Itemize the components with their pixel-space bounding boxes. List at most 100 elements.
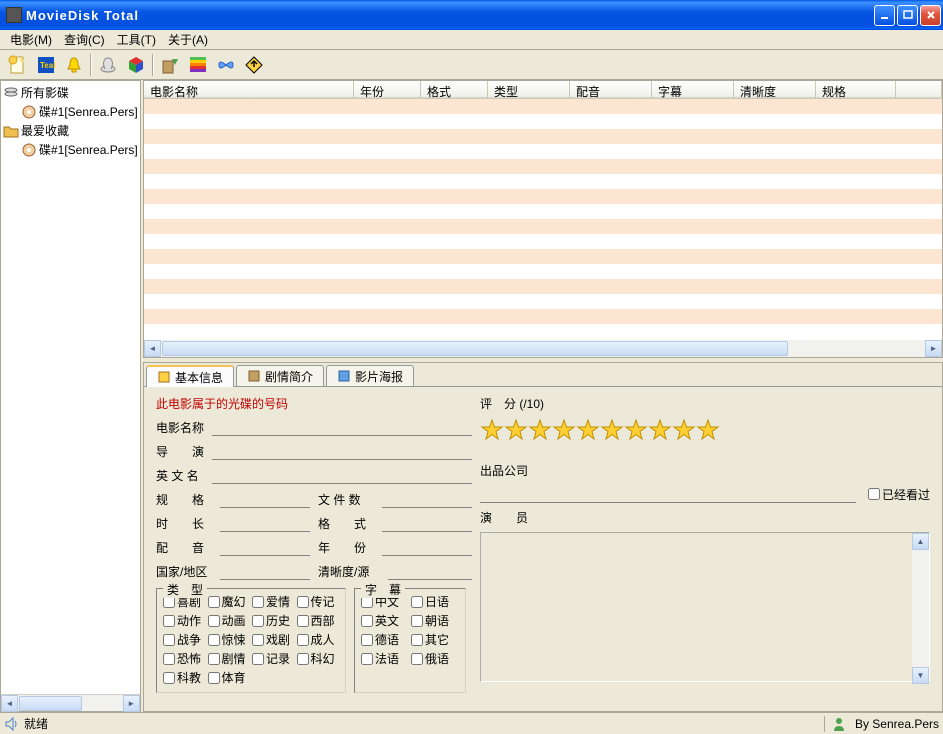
subtitle-checkbox[interactable]: 其它 [411, 631, 459, 648]
col-name[interactable]: 电影名称 [144, 81, 354, 98]
menu-query[interactable]: 查询(C) [58, 29, 111, 50]
input-year[interactable] [382, 538, 472, 556]
list-row[interactable] [144, 189, 942, 204]
input-dub[interactable] [220, 538, 310, 556]
genre-checkbox[interactable]: 动作 [163, 612, 206, 629]
toolbar-search-icon[interactable] [94, 52, 122, 78]
genre-checkbox[interactable]: 西部 [297, 612, 340, 629]
list-row[interactable] [144, 114, 942, 129]
toolbar-cube-icon[interactable] [122, 52, 150, 78]
toolbar-export-icon[interactable] [156, 52, 184, 78]
tab-basic-info[interactable]: 基本信息 [146, 365, 234, 387]
col-format[interactable]: 格式 [421, 81, 488, 98]
star-icon[interactable] [576, 418, 600, 442]
star-icon[interactable] [624, 418, 648, 442]
genre-checkbox[interactable]: 魔幻 [208, 593, 251, 610]
list-row[interactable] [144, 174, 942, 189]
close-button[interactable] [920, 5, 941, 26]
genre-checkbox[interactable]: 记录 [252, 650, 295, 667]
col-spec[interactable]: 规格 [816, 81, 896, 98]
list-row[interactable] [144, 159, 942, 174]
star-icon[interactable] [552, 418, 576, 442]
genre-checkbox[interactable]: 历史 [252, 612, 295, 629]
star-icon[interactable] [504, 418, 528, 442]
input-movie-name[interactable] [212, 418, 472, 436]
genre-checkbox[interactable]: 体育 [208, 669, 251, 686]
star-icon[interactable] [480, 418, 504, 442]
toolbar-total-icon[interactable]: Teal [32, 52, 60, 78]
scroll-right-icon[interactable]: ► [123, 695, 140, 712]
maximize-button[interactable] [897, 5, 918, 26]
list-row[interactable] [144, 249, 942, 264]
tree-disk-item[interactable]: 碟#1[Senrea.Pers] [3, 140, 138, 159]
menu-tools[interactable]: 工具(T) [111, 29, 162, 50]
list-row[interactable] [144, 324, 942, 339]
subtitle-checkbox[interactable]: 日语 [411, 593, 459, 610]
star-icon[interactable] [672, 418, 696, 442]
watched-checkbox[interactable]: 已经看过 [868, 486, 930, 503]
input-spec[interactable] [220, 490, 310, 508]
list-row[interactable] [144, 99, 942, 114]
list-body[interactable] [144, 99, 942, 340]
genre-checkbox[interactable]: 惊悚 [208, 631, 251, 648]
genre-checkbox[interactable]: 戏剧 [252, 631, 295, 648]
col-type[interactable]: 类型 [488, 81, 570, 98]
list-row[interactable] [144, 309, 942, 324]
input-company[interactable] [480, 485, 856, 503]
list-scrollbar[interactable]: ◄ ► [144, 340, 942, 357]
scroll-right-icon[interactable]: ► [925, 340, 942, 357]
list-row[interactable] [144, 279, 942, 294]
sidebar-scrollbar[interactable]: ◄ ► [1, 694, 140, 711]
toolbar-apple-icon[interactable] [184, 52, 212, 78]
col-extra[interactable] [896, 81, 942, 98]
tree-all-disks[interactable]: 所有影碟 [3, 83, 138, 102]
menu-movie[interactable]: 电影(M) [4, 29, 58, 50]
list-row[interactable] [144, 294, 942, 309]
input-director[interactable] [212, 442, 472, 460]
input-country[interactable] [220, 562, 310, 580]
tree-favorites[interactable]: 最爱收藏 [3, 121, 138, 140]
input-english-name[interactable] [212, 466, 472, 484]
input-actors[interactable] [480, 532, 930, 682]
rating-stars[interactable] [480, 418, 930, 442]
col-clarity[interactable]: 清晰度 [734, 81, 816, 98]
toolbar-bell-icon[interactable] [60, 52, 88, 78]
tab-poster[interactable]: 影片海报 [326, 365, 414, 386]
subtitle-checkbox[interactable]: 法语 [361, 650, 409, 667]
genre-checkbox[interactable]: 爱情 [252, 593, 295, 610]
genre-checkbox[interactable]: 动画 [208, 612, 251, 629]
list-row[interactable] [144, 144, 942, 159]
genre-checkbox[interactable]: 成人 [297, 631, 340, 648]
star-icon[interactable] [648, 418, 672, 442]
scroll-left-icon[interactable]: ◄ [144, 340, 161, 357]
toolbar-new-icon[interactable] [4, 52, 32, 78]
list-row[interactable] [144, 204, 942, 219]
genre-checkbox[interactable]: 科教 [163, 669, 206, 686]
list-row[interactable] [144, 234, 942, 249]
menu-about[interactable]: 关于(A) [162, 29, 214, 50]
minimize-button[interactable] [874, 5, 895, 26]
subtitle-checkbox[interactable]: 朝语 [411, 612, 459, 629]
star-icon[interactable] [600, 418, 624, 442]
actors-scrollbar[interactable]: ▲ ▼ [912, 533, 929, 684]
list-row[interactable] [144, 129, 942, 144]
subtitle-checkbox[interactable]: 俄语 [411, 650, 459, 667]
col-subtitle[interactable]: 字幕 [652, 81, 734, 98]
input-duration[interactable] [220, 514, 310, 532]
subtitle-checkbox[interactable]: 英文 [361, 612, 409, 629]
toolbar-bow-icon[interactable] [212, 52, 240, 78]
col-dub[interactable]: 配音 [570, 81, 652, 98]
star-icon[interactable] [528, 418, 552, 442]
scroll-down-icon[interactable]: ▼ [912, 667, 929, 684]
scroll-left-icon[interactable]: ◄ [1, 695, 18, 712]
genre-checkbox[interactable]: 战争 [163, 631, 206, 648]
col-year[interactable]: 年份 [354, 81, 421, 98]
input-clarity[interactable] [388, 562, 472, 580]
list-row[interactable] [144, 219, 942, 234]
genre-checkbox[interactable]: 科幻 [297, 650, 340, 667]
subtitle-checkbox[interactable]: 德语 [361, 631, 409, 648]
tree-disk-item[interactable]: 碟#1[Senrea.Pers] [3, 102, 138, 121]
input-file-count[interactable] [382, 490, 472, 508]
list-row[interactable] [144, 264, 942, 279]
genre-checkbox[interactable]: 剧情 [208, 650, 251, 667]
